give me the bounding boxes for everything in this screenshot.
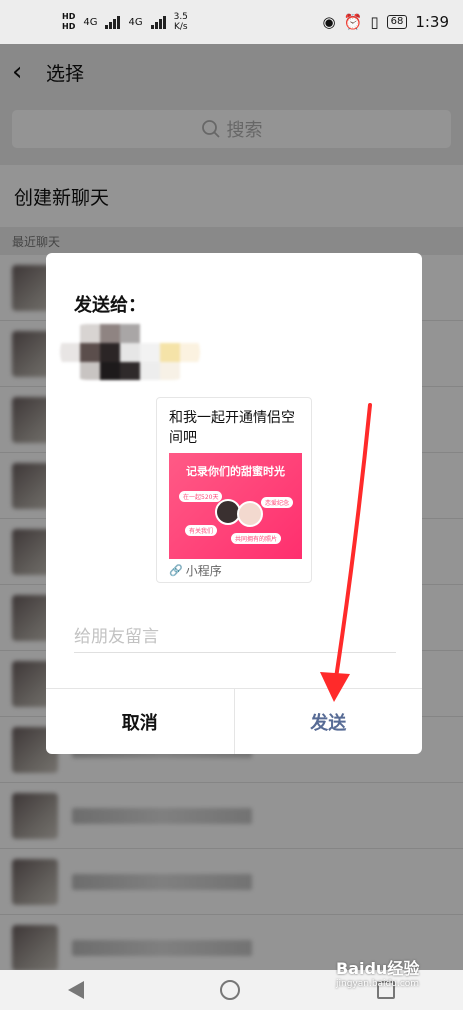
signal-icon-2 xyxy=(150,15,166,29)
card-image-pill: 共同拥有的照片 xyxy=(231,533,282,544)
send-button[interactable]: 发送 xyxy=(235,689,423,754)
dialog-title: 发送给： xyxy=(74,295,146,316)
alarm-icon: ⏰ xyxy=(343,13,363,31)
message-input[interactable] xyxy=(74,623,396,651)
card-footer: 🔗 小程序 xyxy=(169,562,222,579)
message-field[interactable] xyxy=(74,623,396,653)
vibrate-icon: ▯ xyxy=(370,13,379,31)
watermark-url: jingyan.baidu.com xyxy=(336,979,420,989)
eye-icon: ◉ xyxy=(322,13,336,31)
hd-icon: HD HD xyxy=(62,12,76,31)
status-left: HD HD 4G 4G 3.5 K/s xyxy=(62,12,188,32)
card-image-pill: 恋爱纪念 xyxy=(261,497,294,508)
clock: 1:39 xyxy=(415,13,449,31)
mini-program-label: 小程序 xyxy=(185,564,222,578)
watermark: Baidu经验 jingyan.baidu.com xyxy=(336,955,419,989)
nav-back-icon[interactable] xyxy=(68,981,85,999)
send-dialog: 发送给： 和我一起开通情侣空间吧 记录你们的甜蜜时光 在一起520天 恋爱纪念 … xyxy=(46,253,422,754)
card-image: 记录你们的甜蜜时光 在一起520天 恋爱纪念 有关我们 共同拥有的照片 xyxy=(169,453,302,559)
card-image-pill: 在一起520天 xyxy=(179,491,223,502)
mini-program-card[interactable]: 和我一起开通情侣空间吧 记录你们的甜蜜时光 在一起520天 恋爱纪念 有关我们 … xyxy=(156,397,312,583)
watermark-brand: Baidu经验 xyxy=(336,959,420,978)
dialog-buttons: 取消 发送 xyxy=(46,688,422,754)
couple-avatar-icon xyxy=(237,501,263,527)
card-image-pill: 有关我们 xyxy=(185,525,218,536)
network-type-2: 4G xyxy=(128,16,143,28)
network-speed: 3.5 K/s xyxy=(174,12,188,32)
battery-icon: 68 xyxy=(386,15,408,29)
network-type-1: 4G xyxy=(83,16,98,28)
speed-unit: K/s xyxy=(173,22,188,32)
card-title: 和我一起开通情侣空间吧 xyxy=(169,410,295,446)
cancel-button[interactable]: 取消 xyxy=(46,689,235,754)
status-right: ◉ ⏰ ▯ 68 1:39 xyxy=(323,13,449,31)
card-image-heading: 记录你们的甜蜜时光 xyxy=(186,465,285,478)
recipient-avatar-blurred xyxy=(60,324,200,380)
nav-home-icon[interactable] xyxy=(220,980,241,1000)
signal-icon xyxy=(105,15,121,29)
speed-value: 3.5 xyxy=(173,12,188,22)
status-bar: HD HD 4G 4G 3.5 K/s ◉ ⏰ ▯ 68 1:39 xyxy=(0,0,463,44)
link-icon: 🔗 xyxy=(169,564,183,577)
